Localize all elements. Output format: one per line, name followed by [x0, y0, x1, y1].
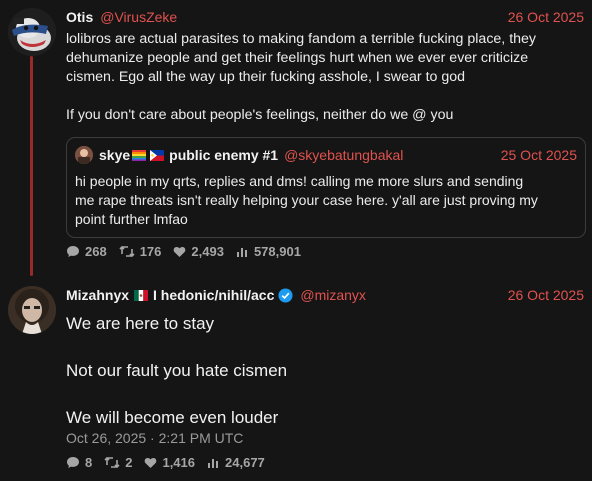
- post-main: Otis @VirusZeke 26 Oct 2025 lolibros are…: [66, 8, 584, 125]
- repost-count: 176: [139, 244, 162, 259]
- reply-stat[interactable]: 8: [66, 455, 92, 470]
- repost-icon: [104, 456, 120, 469]
- avatar-photo-icon: [8, 286, 56, 334]
- quoted-text-line: hi people in my qrts, replies and dms! c…: [75, 173, 524, 189]
- post-paragraph: We are here to stay: [66, 314, 215, 333]
- views-stat[interactable]: 578,901: [236, 244, 301, 259]
- author-name[interactable]: Otis: [66, 9, 93, 25]
- post-paragraph: We will become even louder: [66, 408, 279, 427]
- reply-stat[interactable]: 268: [66, 244, 107, 259]
- quoted-text-line: me rape threats isn't really helping you…: [75, 192, 538, 208]
- repost-icon: [119, 245, 135, 258]
- avatar[interactable]: [8, 8, 56, 56]
- verified-badge-icon: [278, 287, 293, 303]
- like-count: 1,416: [162, 455, 196, 470]
- heart-icon: [174, 246, 186, 257]
- author-handle[interactable]: @VirusZeke: [100, 9, 177, 25]
- thread-connector-line: [30, 56, 33, 276]
- post-stats: 268 176 2,493 578,901: [66, 244, 313, 259]
- post-text-line: lolibros are actual parasites to making …: [66, 31, 537, 47]
- repost-stat[interactable]: 176: [119, 244, 162, 259]
- quoted-author-name[interactable]: skye: [99, 147, 130, 163]
- post-timestamp[interactable]: Oct 26, 2025 · 2:21 PM UTC: [66, 430, 243, 446]
- views-count: 24,677: [225, 455, 265, 470]
- quoted-post[interactable]: skye public enemy #1 @skyebatungbakal 25…: [66, 137, 586, 238]
- quoted-author-name-suffix[interactable]: public enemy #1: [169, 147, 278, 163]
- post-reply: Mizahnyx I hedonic/nihil/acc @mizanyx 26…: [66, 286, 584, 453]
- post-header: Otis @VirusZeke 26 Oct 2025: [66, 8, 584, 26]
- like-count: 2,493: [191, 244, 224, 259]
- bar-chart-icon: [208, 458, 219, 468]
- quoted-post-date[interactable]: 25 Oct 2025: [501, 147, 577, 163]
- philippines-flag-icon: [150, 149, 165, 161]
- rainbow-flag-icon: [132, 149, 147, 161]
- like-stat[interactable]: 1,416: [144, 455, 195, 470]
- views-count: 578,901: [253, 244, 301, 259]
- author-name[interactable]: Mizahnyx: [66, 287, 129, 303]
- post-stats: 8 2 1,416 24,677: [66, 455, 277, 470]
- avatar[interactable]: [8, 286, 56, 334]
- post-paragraph: Not our fault you hate cismen: [66, 361, 288, 380]
- repost-stat[interactable]: 2: [104, 455, 132, 470]
- post-text: lolibros are actual parasites to making …: [66, 30, 584, 125]
- post-date[interactable]: 26 Oct 2025: [508, 9, 584, 25]
- post-text-line: If you don't care about people's feeling…: [66, 107, 454, 123]
- reply-count: 268: [85, 244, 107, 259]
- quoted-post-text: hi people in my qrts, replies and dms! c…: [75, 172, 577, 229]
- post-text-line: cismen. Ego all the way up their fucking…: [66, 69, 466, 85]
- views-stat[interactable]: 24,677: [207, 455, 265, 470]
- like-stat[interactable]: 2,493: [173, 244, 224, 259]
- heart-icon: [145, 457, 157, 468]
- quoted-avatar: [75, 146, 93, 164]
- post-text-line: dehumanize people and get their feelings…: [66, 50, 529, 66]
- mexico-flag-icon: [134, 289, 149, 301]
- author-handle[interactable]: @mizanyx: [300, 287, 366, 303]
- reply-count: 8: [85, 455, 93, 470]
- quoted-author-handle[interactable]: @skyebatungbakal: [284, 147, 403, 163]
- comment-icon: [67, 457, 79, 468]
- post-header: Mizahnyx I hedonic/nihil/acc @mizanyx 26…: [66, 286, 584, 304]
- post-text: We are here to stay Not our fault you ha…: [66, 312, 584, 429]
- repost-count: 2: [125, 455, 133, 470]
- quoted-text-line: point further lmfao: [75, 211, 188, 227]
- post-date[interactable]: 26 Oct 2025: [508, 287, 584, 303]
- quoted-post-header: skye public enemy #1 @skyebatungbakal 25…: [75, 146, 577, 164]
- avatar-cartoon-icon: [8, 8, 56, 56]
- comment-icon: [67, 246, 79, 257]
- bar-chart-icon: [236, 247, 247, 257]
- author-name-suffix[interactable]: I hedonic/nihil/acc: [153, 287, 274, 303]
